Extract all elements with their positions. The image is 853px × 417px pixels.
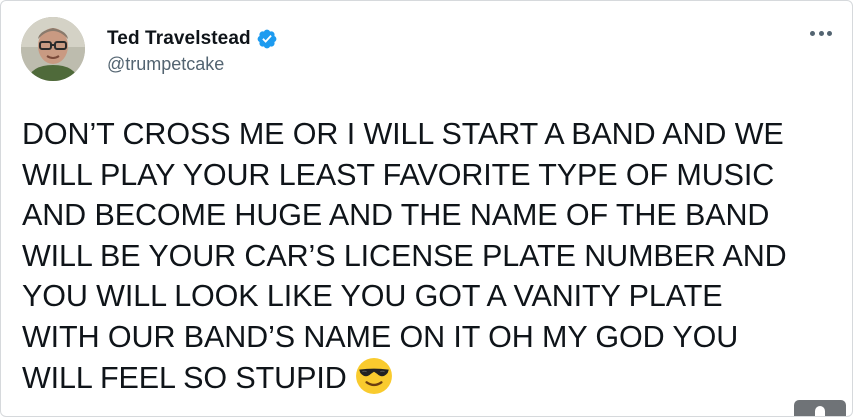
tweet-text: DON’T CROSS ME OR I WILL START A BAND AN… <box>22 114 842 399</box>
more-dot <box>810 30 815 36</box>
tweet-header: Ted Travelstead @trumpetcake <box>21 17 278 81</box>
sunglasses-emoji-icon <box>355 358 392 394</box>
more-dot <box>827 30 832 36</box>
verified-badge-icon <box>257 29 277 49</box>
tweet-card[interactable]: Ted Travelstead @trumpetcake DON’T CROSS… <box>0 0 853 417</box>
avatar[interactable] <box>21 17 85 81</box>
tweet-body: DON’T CROSS ME OR I WILL START A BAND AN… <box>22 117 787 395</box>
more-dot <box>818 30 824 36</box>
author-display-name[interactable]: Ted Travelstead <box>107 28 251 50</box>
author-handle[interactable]: @trumpetcake <box>107 54 278 75</box>
name-row: Ted Travelstead <box>107 28 278 50</box>
corner-widget-icon <box>815 406 825 416</box>
author-block: Ted Travelstead @trumpetcake <box>107 28 278 75</box>
avatar-photo <box>21 17 85 81</box>
corner-widget[interactable] <box>794 400 846 416</box>
more-options-icon[interactable] <box>810 23 832 43</box>
